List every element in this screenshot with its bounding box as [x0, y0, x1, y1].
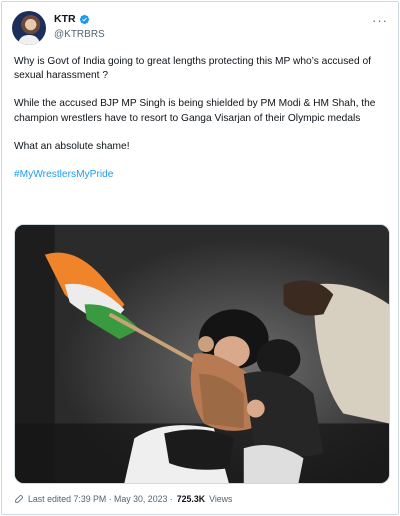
hashtag-link[interactable]: #MyWrestlersMyPride	[14, 169, 113, 180]
more-options-icon[interactable]: ···	[372, 13, 388, 28]
tweet-footer: Last edited 7:39 PM · May 30, 2023 · 725…	[14, 494, 232, 504]
tweet-card[interactable]: KTR @KTRBRS ··· Why is Govt of India goi…	[1, 1, 399, 515]
author-info: KTR @KTRBRS	[54, 13, 105, 40]
views-label: Views	[209, 494, 233, 504]
tweet-paragraph: Why is Govt of India going to great leng…	[14, 56, 371, 82]
views-count: 725.3K	[176, 494, 206, 504]
tweet-paragraph: While the accused BJP MP Singh is being …	[14, 98, 376, 124]
tweet-header: KTR @KTRBRS ···	[12, 11, 388, 45]
tweet-text: Why is Govt of India going to great leng…	[14, 55, 390, 196]
photo-illustration	[15, 225, 389, 483]
avatar[interactable]	[12, 11, 46, 45]
author-display-name[interactable]: KTR	[54, 13, 76, 25]
tweet-paragraph: What an absolute shame!	[14, 140, 130, 152]
edited-timestamp[interactable]: Last edited 7:39 PM · May 30, 2023 ·	[28, 494, 173, 504]
verified-badge-icon	[79, 14, 89, 24]
edit-pencil-icon	[15, 494, 24, 503]
tweet-photo[interactable]	[14, 224, 390, 484]
author-handle[interactable]: @KTRBRS	[54, 29, 105, 40]
